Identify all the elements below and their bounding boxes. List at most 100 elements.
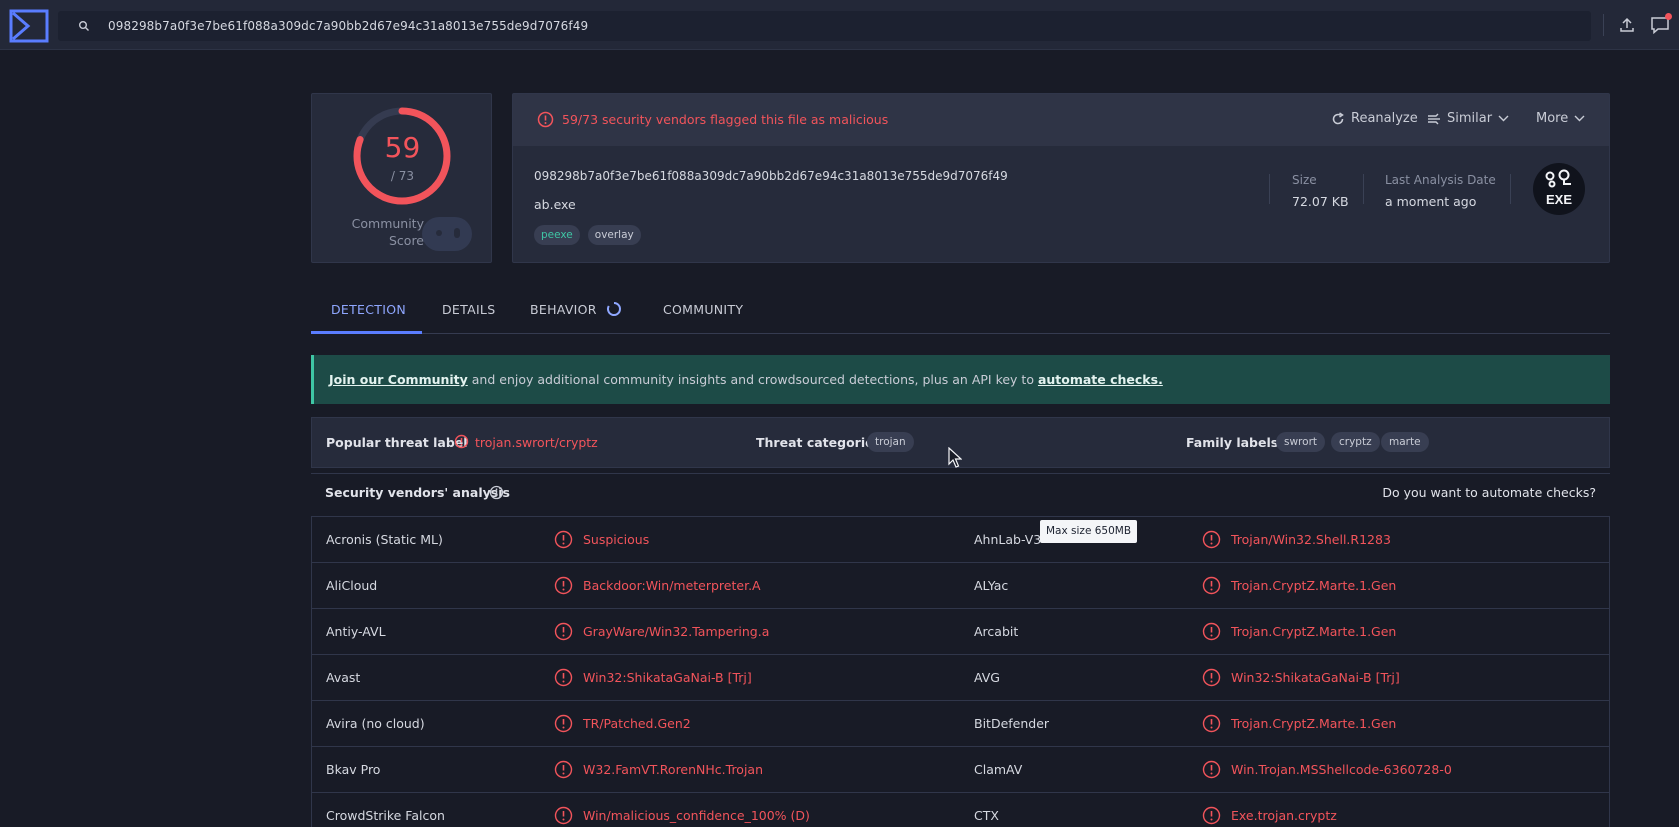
table-row: Avast Win32:ShikataGaNai-B [Trj] AVG Win…	[312, 655, 1609, 701]
alert-circle-icon	[1202, 576, 1221, 595]
table-row: AliCloud Backdoor:Win/meterpreter.A ALYa…	[312, 563, 1609, 609]
vendor-name: Arcabit	[974, 624, 1019, 639]
vendors-table: Acronis (Static ML) Suspicious AhnLab-V3…	[311, 516, 1610, 827]
vendor-name: CrowdStrike Falcon	[326, 808, 445, 823]
divider	[1510, 174, 1511, 204]
active-tab-indicator	[311, 331, 422, 334]
refresh-icon	[1332, 111, 1344, 124]
notifications-chat-icon[interactable]	[1650, 13, 1672, 35]
vendor-name: Avast	[326, 670, 361, 685]
virustotal-logo-icon[interactable]	[9, 9, 49, 43]
search-input[interactable]: 098298b7a0f3e7be61f088a309dc7a90bb2d67e9…	[108, 19, 588, 33]
automate-checks-prompt[interactable]: Do you want to automate checks?	[1382, 485, 1596, 500]
search-icon	[79, 21, 89, 31]
table-row: CrowdStrike Falcon Win/malicious_confide…	[312, 793, 1609, 827]
file-hash[interactable]: 098298b7a0f3e7be61f088a309dc7a90bb2d67e9…	[534, 169, 1008, 183]
popular-threat-label: Popular threat label	[326, 435, 468, 450]
popular-threat-value[interactable]: trojan.swrort/cryptz	[475, 435, 598, 450]
family-labels-label: Family labels	[1186, 435, 1279, 450]
divider	[1363, 174, 1364, 204]
alert-circle-icon	[1202, 530, 1221, 549]
join-community-link[interactable]: Join our Community	[329, 372, 468, 387]
chevron-down-icon	[1498, 115, 1509, 122]
tab-bar: DETECTION DETAILS BEHAVIOR COMMUNITY	[311, 290, 1610, 334]
alert-circle-icon	[454, 434, 469, 449]
tab-detection[interactable]: DETECTION	[331, 302, 406, 317]
file-tags: peexe overlay	[534, 225, 641, 245]
table-row: Bkav Pro W32.FamVT.RorenNHc.Trojan ClamA…	[312, 747, 1609, 793]
detection-count: 59	[384, 131, 421, 164]
vendor-result: Trojan.CryptZ.Marte.1.Gen	[1231, 624, 1397, 639]
vendor-name: ALYac	[974, 578, 1009, 593]
tab-behavior[interactable]: BEHAVIOR	[530, 302, 597, 317]
alert-circle-icon	[1202, 668, 1221, 687]
tag[interactable]: overlay	[587, 225, 641, 245]
similar-dropdown[interactable]: Similar	[1427, 111, 1509, 126]
alert-circle-icon	[554, 530, 573, 549]
vendor-name: ClamAV	[974, 762, 1023, 777]
vendor-result: Exe.trojan.cryptz	[1231, 808, 1337, 823]
vendor-result: Trojan.CryptZ.Marte.1.Gen	[1231, 716, 1397, 731]
alert-circle-icon	[554, 806, 573, 825]
tag[interactable]: peexe	[534, 225, 580, 245]
similar-icon	[1428, 113, 1440, 124]
alert-circle-icon	[1202, 622, 1221, 641]
vendor-result: Backdoor:Win/meterpreter.A	[583, 578, 761, 593]
alert-circle-icon	[554, 714, 573, 733]
community-vote-toggle[interactable]	[422, 217, 472, 251]
vendor-name: Antiy-AVL	[326, 624, 386, 639]
alert-circle-icon	[1202, 806, 1221, 825]
chevron-down-icon	[1574, 115, 1585, 122]
tab-details[interactable]: DETAILS	[442, 302, 495, 317]
alert-circle-icon	[1202, 714, 1221, 733]
divider	[1269, 174, 1270, 204]
detection-total: / 73	[390, 169, 415, 183]
vendor-name: BitDefender	[974, 716, 1050, 731]
vendors-analysis-header: Security vendors' analysis Do you want t…	[311, 473, 1610, 511]
last-analysis-value: a moment ago	[1385, 194, 1477, 209]
reanalyze-button[interactable]: Reanalyze	[1331, 111, 1418, 126]
size-value: 72.07 KB	[1292, 194, 1349, 209]
automate-checks-link[interactable]: automate checks.	[1038, 372, 1163, 387]
family-label-chip[interactable]: cryptz	[1331, 432, 1380, 452]
info-icon[interactable]	[489, 485, 504, 500]
alert-circle-icon	[554, 668, 573, 687]
search-box[interactable]: 098298b7a0f3e7be61f088a309dc7a90bb2d67e9…	[58, 11, 1591, 41]
vendor-result: TR/Patched.Gen2	[583, 716, 691, 731]
vendor-result: Trojan.CryptZ.Marte.1.Gen	[1231, 578, 1397, 593]
family-label-chip[interactable]: swrort	[1276, 432, 1326, 452]
family-label-chip[interactable]: marte	[1381, 432, 1429, 452]
community-banner: Join our Community and enjoy additional …	[311, 355, 1610, 404]
upload-icon[interactable]	[1618, 16, 1636, 34]
alert-circle-icon	[554, 760, 573, 779]
community-score-label: Community Score	[351, 216, 424, 248]
vendor-result: Win.Trojan.MSShellcode-6360728-0	[1231, 762, 1452, 777]
vendor-name: CTX	[974, 808, 999, 823]
threat-categories-label: Threat categories	[756, 435, 882, 450]
vendor-result: Trojan/Win32.Shell.R1283	[1231, 532, 1391, 547]
file-summary-card: 59/73 security vendors flagged this file…	[512, 93, 1610, 263]
vendor-name: Avira (no cloud)	[326, 716, 425, 731]
vendors-analysis-title: Security vendors' analysis	[325, 485, 510, 500]
tooltip: Max size 650MB	[1040, 520, 1138, 543]
alert-circle-icon	[554, 622, 573, 641]
alert-circle-icon	[554, 576, 573, 595]
file-name: ab.exe	[534, 197, 576, 212]
last-analysis-label: Last Analysis Date	[1385, 173, 1496, 187]
vendor-result: Win32:ShikataGaNai-B [Trj]	[583, 670, 752, 685]
vendor-name: Bkav Pro	[326, 762, 381, 777]
vendor-result: Suspicious	[583, 532, 650, 547]
detection-score-card: 59 / 73 Community Score	[311, 93, 492, 263]
vendor-name: AVG	[974, 670, 1000, 685]
top-bar: 098298b7a0f3e7be61f088a309dc7a90bb2d67e9…	[0, 0, 1679, 50]
vendor-result: GrayWare/Win32.Tampering.a	[583, 624, 770, 639]
divider	[1603, 14, 1604, 36]
tab-community[interactable]: COMMUNITY	[663, 302, 743, 317]
malicious-alert-bar: 59/73 security vendors flagged this file…	[513, 94, 1609, 146]
more-dropdown[interactable]: More	[1536, 111, 1585, 126]
exe-file-type-icon: EXE	[1533, 163, 1585, 215]
vendor-name: AhnLab-V3	[974, 532, 1042, 547]
threat-category-chip[interactable]: trojan	[867, 432, 914, 452]
vendor-result: Win/malicious_confidence_100% (D)	[583, 808, 810, 823]
vendor-name: Acronis (Static ML)	[326, 532, 443, 547]
